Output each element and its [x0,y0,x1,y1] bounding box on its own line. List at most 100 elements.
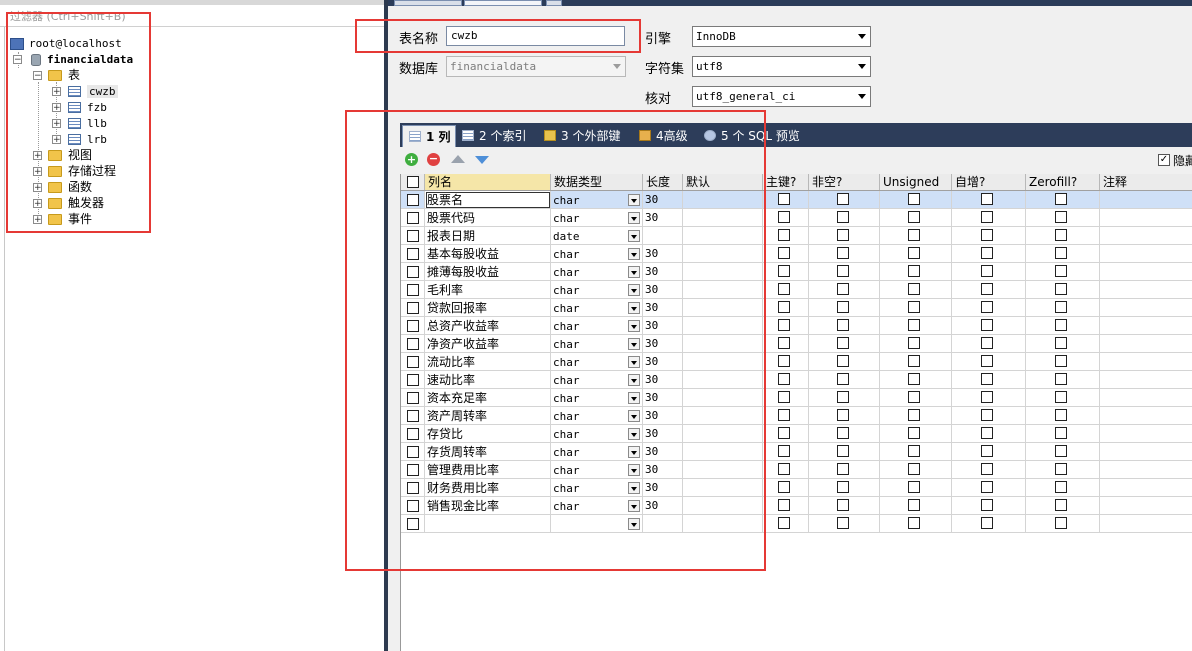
zerofill-cell[interactable] [1026,407,1100,425]
notnull-cell[interactable] [809,371,880,389]
table-row[interactable]: 速动比率 char 30 [401,371,1192,389]
row-checkbox[interactable] [407,266,419,278]
notnull-checkbox[interactable] [837,211,849,223]
autoinc-cell[interactable] [952,353,1026,371]
row-select-cell[interactable] [401,281,425,299]
autoinc-checkbox[interactable] [981,229,993,241]
autoinc-cell[interactable] [952,299,1026,317]
zerofill-cell[interactable] [1026,335,1100,353]
notnull-cell[interactable] [809,227,880,245]
unsigned-cell[interactable] [880,425,952,443]
zerofill-cell[interactable] [1026,371,1100,389]
table-row[interactable]: 基本每股收益 char 30 [401,245,1192,263]
column-name-cell[interactable]: 股票名 [425,191,551,209]
unsigned-cell[interactable] [880,263,952,281]
pk-cell[interactable] [763,407,809,425]
column-name-cell[interactable]: 基本每股收益 [425,245,551,263]
data-type-cell[interactable] [551,515,643,533]
zerofill-checkbox[interactable] [1055,499,1067,511]
zerofill-checkbox[interactable] [1055,373,1067,385]
zerofill-cell[interactable] [1026,443,1100,461]
pk-checkbox[interactable] [778,409,790,421]
table-row[interactable]: 财务费用比率 char 30 [401,479,1192,497]
chevron-down-icon[interactable] [628,230,640,242]
chevron-down-icon[interactable] [628,446,640,458]
row-select-cell[interactable] [401,515,425,533]
chevron-down-icon[interactable] [628,266,640,278]
zerofill-cell[interactable] [1026,497,1100,515]
pk-checkbox[interactable] [778,193,790,205]
data-type-cell[interactable]: char [551,209,643,227]
expand-toggle-icon[interactable]: + [33,199,42,209]
row-select-cell[interactable] [401,317,425,335]
notnull-checkbox[interactable] [837,283,849,295]
unsigned-checkbox[interactable] [908,391,920,403]
autoinc-checkbox[interactable] [981,319,993,331]
autoinc-cell[interactable] [952,263,1026,281]
chevron-down-icon[interactable] [628,464,640,476]
notnull-cell[interactable] [809,281,880,299]
autoinc-cell[interactable] [952,425,1026,443]
zerofill-checkbox[interactable] [1055,427,1067,439]
autoinc-checkbox[interactable] [981,391,993,403]
data-type-cell[interactable]: char [551,299,643,317]
chevron-down-icon[interactable] [628,356,640,368]
row-checkbox[interactable] [407,392,419,404]
comment-cell[interactable] [1100,407,1192,425]
zerofill-checkbox[interactable] [1055,211,1067,223]
notnull-cell[interactable] [809,299,880,317]
notnull-cell[interactable] [809,443,880,461]
engine-select[interactable]: InnoDB [692,26,871,47]
pk-cell[interactable] [763,317,809,335]
autoinc-checkbox[interactable] [981,283,993,295]
comment-cell[interactable] [1100,227,1192,245]
row-checkbox[interactable] [407,428,419,440]
default-cell[interactable] [683,407,763,425]
length-cell[interactable]: 30 [643,191,683,209]
length-cell[interactable]: 30 [643,407,683,425]
tree-item-views-folder[interactable]: 视图 [48,147,92,163]
data-type-cell[interactable]: char [551,461,643,479]
table-row[interactable]: 摊薄每股收益 char 30 [401,263,1192,281]
zerofill-cell[interactable] [1026,299,1100,317]
row-checkbox[interactable] [407,500,419,512]
unsigned-checkbox[interactable] [908,355,920,367]
zerofill-cell[interactable] [1026,479,1100,497]
unsigned-cell[interactable] [880,407,952,425]
zerofill-cell[interactable] [1026,281,1100,299]
length-cell[interactable]: 30 [643,209,683,227]
table-row[interactable]: 资产周转率 char 30 [401,407,1192,425]
arrow-up-icon[interactable] [451,155,465,163]
chevron-down-icon[interactable] [628,500,640,512]
row-checkbox[interactable] [407,338,419,350]
unsigned-checkbox[interactable] [908,211,920,223]
header-length[interactable]: 长度 [643,174,683,190]
unsigned-checkbox[interactable] [908,427,920,439]
row-select-cell[interactable] [401,353,425,371]
row-checkbox[interactable] [407,446,419,458]
filter-input[interactable]: 过滤器 (Ctrl+Shift+B) [10,8,126,26]
autoinc-cell[interactable] [952,245,1026,263]
data-type-cell[interactable]: char [551,479,643,497]
table-row[interactable]: 毛利率 char 30 [401,281,1192,299]
notnull-checkbox[interactable] [837,391,849,403]
chevron-down-icon[interactable] [628,428,640,440]
tree-item-table-llb[interactable]: llb [68,115,107,131]
tree-item-table-cwzb[interactable]: cwzb [68,83,118,99]
autoinc-checkbox[interactable] [981,211,993,223]
table-row[interactable]: 存贷比 char 30 [401,425,1192,443]
data-type-cell[interactable]: char [551,317,643,335]
column-name-cell[interactable]: 速动比率 [425,371,551,389]
unsigned-checkbox[interactable] [908,517,920,529]
data-type-cell[interactable]: char [551,263,643,281]
zerofill-checkbox[interactable] [1055,337,1067,349]
column-name-cell[interactable]: 存贷比 [425,425,551,443]
expand-toggle-icon[interactable]: + [33,183,42,193]
row-checkbox[interactable] [407,284,419,296]
autoinc-cell[interactable] [952,209,1026,227]
autoinc-checkbox[interactable] [981,373,993,385]
document-tab[interactable] [394,0,462,6]
row-select-cell[interactable] [401,227,425,245]
row-select-cell[interactable] [401,479,425,497]
unsigned-cell[interactable] [880,443,952,461]
